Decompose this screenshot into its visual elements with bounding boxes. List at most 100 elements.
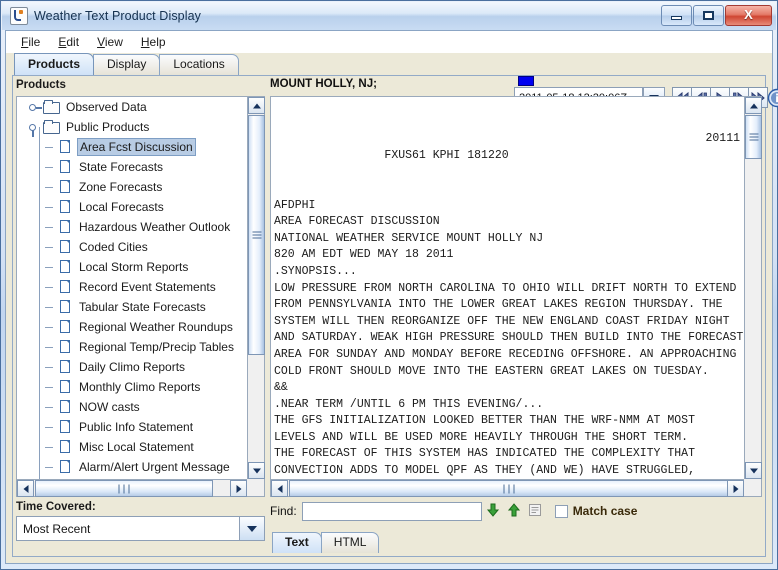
tree-item-label: Observed Data bbox=[64, 97, 149, 117]
menu-file[interactable]: File bbox=[12, 33, 49, 51]
green-up-arrow-icon bbox=[506, 502, 522, 518]
find-previous-button[interactable] bbox=[506, 502, 524, 520]
document-icon bbox=[59, 259, 72, 275]
view-format-tabs: Text HTML bbox=[270, 527, 762, 553]
text-horizontal-scrollbar[interactable] bbox=[271, 479, 744, 496]
main-tab-strip: Products Display Locations bbox=[6, 53, 772, 75]
tree-vertical-scrollbar[interactable] bbox=[247, 97, 264, 479]
tab-locations[interactable]: Locations bbox=[159, 54, 238, 75]
text-vertical-scrollbar[interactable] bbox=[744, 97, 761, 479]
time-covered-group: Time Covered: Most Recent bbox=[16, 501, 265, 553]
collapse-toggle-icon[interactable] bbox=[27, 117, 43, 137]
tree-item-label: Misc Local Statement bbox=[77, 437, 196, 457]
tree-item[interactable]: Regional Temp/Precip Tables bbox=[17, 337, 247, 357]
tree-item[interactable]: State Forecasts bbox=[17, 157, 247, 177]
tab-display[interactable]: Display bbox=[93, 54, 160, 75]
close-icon: X bbox=[726, 6, 771, 25]
document-icon bbox=[59, 159, 72, 175]
tree-item-label: Public Products bbox=[64, 117, 151, 137]
expand-toggle-icon[interactable] bbox=[27, 97, 43, 117]
tree-item[interactable]: Misc Local Statement bbox=[17, 437, 247, 457]
product-text-header-right: 20111 bbox=[705, 131, 740, 148]
tree-vertical-scrollbar-thumb[interactable] bbox=[248, 115, 265, 355]
tree-horizontal-scrollbar-thumb[interactable] bbox=[35, 480, 213, 497]
tree-item-label: Tabular State Forecasts bbox=[77, 297, 208, 317]
tree-branch-line bbox=[43, 397, 59, 417]
find-input[interactable] bbox=[302, 502, 482, 521]
product-text-body: AFDPHI AREA FORECAST DISCUSSION NATIONAL… bbox=[274, 199, 743, 479]
tree-item-label: Regional Weather Roundups bbox=[77, 317, 235, 337]
tree-item[interactable]: Alarm/Alert Urgent Message bbox=[17, 457, 247, 477]
find-next-button[interactable] bbox=[485, 502, 503, 520]
time-covered-label: Time Covered: bbox=[16, 501, 265, 513]
document-icon bbox=[59, 359, 72, 375]
tree-item[interactable]: Daily Climo Reports bbox=[17, 357, 247, 377]
chevron-down-icon[interactable] bbox=[239, 517, 264, 540]
menu-view[interactable]: View bbox=[88, 33, 132, 51]
tree-branch-line bbox=[43, 217, 59, 237]
tree-branch-line bbox=[43, 157, 59, 177]
tab-products[interactable]: Products bbox=[14, 53, 94, 75]
tree-item[interactable]: Area Fcst Discussion bbox=[17, 137, 247, 157]
text-horizontal-scrollbar-thumb[interactable] bbox=[289, 480, 729, 497]
tab-html[interactable]: HTML bbox=[321, 532, 380, 553]
minimize-button[interactable] bbox=[661, 5, 692, 26]
maximize-button[interactable] bbox=[693, 5, 724, 26]
location-header: MOUNT HOLLY, NJ; bbox=[270, 78, 377, 96]
tree-item[interactable]: Coded Cities bbox=[17, 237, 247, 257]
match-case-label: Match case bbox=[573, 504, 638, 518]
tree-branch-line bbox=[43, 197, 59, 217]
text-scroll-down-button[interactable] bbox=[745, 462, 762, 479]
tree-branch-line bbox=[43, 137, 59, 157]
tree-scroll-down-button[interactable] bbox=[248, 462, 265, 479]
tree-item[interactable]: Public Products bbox=[17, 117, 247, 137]
highlight-all-button[interactable] bbox=[527, 502, 545, 520]
close-button[interactable]: X bbox=[725, 5, 772, 26]
application-window: Weather Text Product Display X File Edit… bbox=[0, 0, 778, 570]
product-text-area[interactable]: FXUS61 KPHI 181220 20111 AFDPHI AREA FOR… bbox=[271, 97, 744, 479]
document-icon bbox=[59, 379, 72, 395]
tree-item-label: Monthly Climo Reports bbox=[77, 377, 202, 397]
tree-item[interactable]: Public Info Statement bbox=[17, 417, 247, 437]
products-tree[interactable]: Observed DataPublic ProductsArea Fcst Di… bbox=[17, 97, 247, 479]
tree-item[interactable]: Local Storm Reports bbox=[17, 257, 247, 277]
text-scroll-up-button[interactable] bbox=[745, 97, 762, 114]
tree-item[interactable]: Record Event Statements bbox=[17, 277, 247, 297]
document-icon bbox=[59, 459, 72, 475]
document-icon bbox=[59, 399, 72, 415]
tree-item[interactable]: Observed Data bbox=[17, 97, 247, 117]
tree-item[interactable]: Zone Forecasts bbox=[17, 177, 247, 197]
tree-item[interactable]: Regional Weather Roundups bbox=[17, 317, 247, 337]
time-covered-value: Most Recent bbox=[17, 522, 239, 536]
tree-scroll-corner bbox=[247, 479, 264, 496]
time-covered-combobox[interactable]: Most Recent bbox=[16, 516, 265, 541]
tree-item[interactable]: NOW casts bbox=[17, 397, 247, 417]
menu-help[interactable]: Help bbox=[132, 33, 175, 51]
tree-item[interactable]: Tabular State Forecasts bbox=[17, 297, 247, 317]
text-scroll-left-button[interactable] bbox=[271, 480, 288, 497]
document-icon bbox=[59, 239, 72, 255]
minimize-icon bbox=[671, 16, 682, 20]
tree-branch-line bbox=[43, 337, 59, 357]
menu-edit[interactable]: Edit bbox=[49, 33, 88, 51]
tree-item[interactable]: Hazardous Weather Outlook bbox=[17, 217, 247, 237]
window-title: Weather Text Product Display bbox=[34, 9, 201, 23]
tree-item-label: Record Event Statements bbox=[77, 277, 218, 297]
tree-scroll-left-button[interactable] bbox=[17, 480, 34, 497]
info-button[interactable] bbox=[767, 87, 778, 108]
tree-item[interactable]: Monthly Climo Reports bbox=[17, 377, 247, 397]
window-controls: X bbox=[660, 5, 772, 26]
timeline-marker[interactable] bbox=[518, 76, 534, 86]
tree-scroll-right-button[interactable] bbox=[230, 480, 247, 497]
text-scroll-right-button[interactable] bbox=[727, 480, 744, 497]
tree-scroll-up-button[interactable] bbox=[248, 97, 265, 114]
match-case-checkbox[interactable] bbox=[555, 505, 568, 518]
tree-item-label: Public Info Statement bbox=[77, 417, 195, 437]
text-vertical-scrollbar-thumb[interactable] bbox=[745, 115, 762, 159]
tree-horizontal-scrollbar[interactable] bbox=[17, 479, 247, 496]
java-coffee-cup-icon bbox=[10, 7, 28, 25]
document-icon bbox=[59, 219, 72, 235]
tab-text[interactable]: Text bbox=[272, 532, 322, 553]
tree-item-label: Zone Forecasts bbox=[77, 177, 164, 197]
tree-item[interactable]: Local Forecasts bbox=[17, 197, 247, 217]
